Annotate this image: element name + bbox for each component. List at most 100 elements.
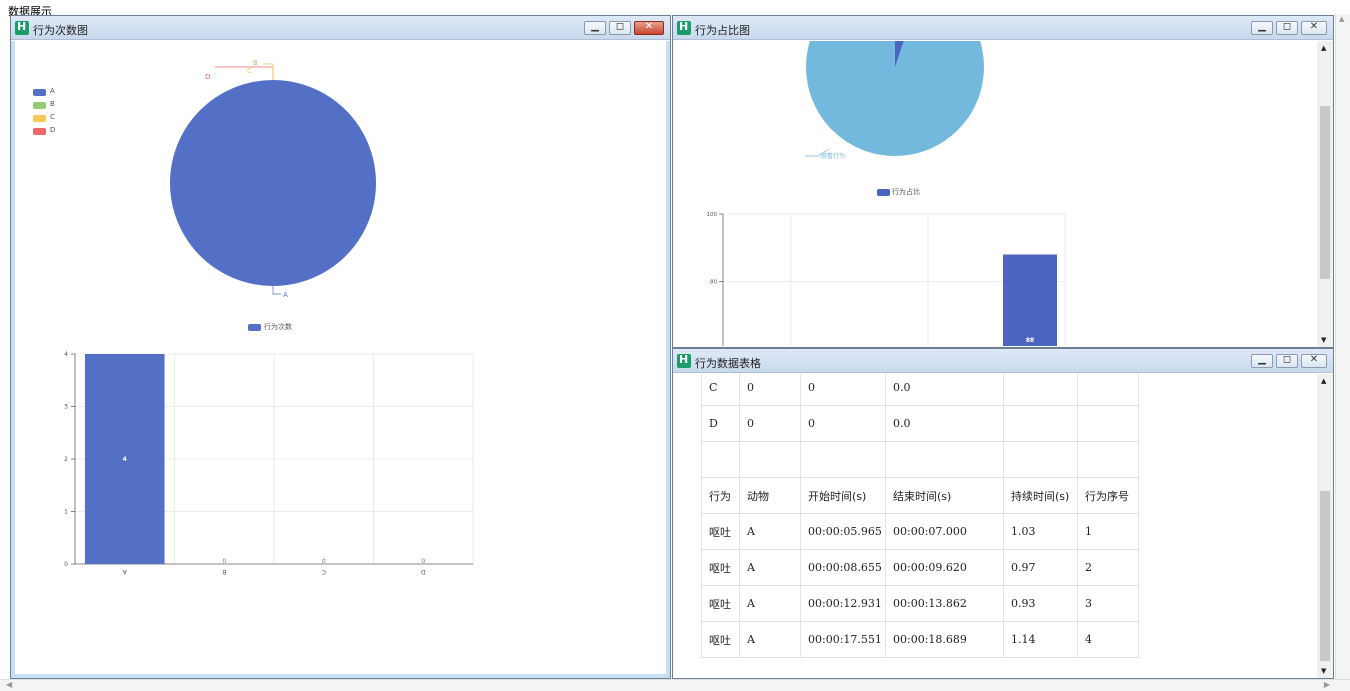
- pie-slice-a[interactable]: [170, 80, 376, 286]
- scroll-right-icon[interactable]: ▶: [1324, 680, 1330, 689]
- table-cell: 00:00:07.000: [885, 513, 1004, 550]
- table-cell: 0.0: [885, 405, 1004, 442]
- scroll-up-icon[interactable]: ▲: [1339, 15, 1344, 23]
- bar-legend-swatch[interactable]: [248, 324, 261, 331]
- ratio-chart-window: 行为占比图 ▁◻✕ 观看行为 行为占比 40608010088 ▲ ▼: [672, 15, 1334, 348]
- scroll-down-icon[interactable]: ▼: [1321, 336, 1326, 344]
- ratio-chart-content: 观看行为 行为占比 40608010088: [673, 41, 1317, 347]
- summary-row[interactable]: D 0 0 0.0: [701, 405, 1139, 442]
- close-icon: ✕: [1309, 21, 1319, 32]
- table-row[interactable]: 呕吐 A 00:00:17.551 00:00:18.689 1.14 4: [701, 621, 1139, 658]
- minimize-button[interactable]: ▁: [1251, 21, 1273, 35]
- maximize-button[interactable]: ◻: [1276, 21, 1298, 35]
- behavior-table: C 0 0 0.0 D 0 0 0.0 行为 动物 开始时间(s) 结束时间(s) 持续时间(s) 行为序…: [701, 374, 1139, 658]
- scrollbar-thumb[interactable]: [1320, 491, 1330, 661]
- table-row[interactable]: 呕吐 A 00:00:12.931 00:00:13.862 0.93 3: [701, 585, 1139, 622]
- pie-label-a: A: [283, 291, 288, 299]
- pie-label-observe: 观看行为: [821, 152, 845, 160]
- table-cell: 1.03: [1003, 513, 1078, 550]
- count-chart-content: A B C D D B C A 行为次数 0 1 2 3 4 4 A 0 B 0 C 0 D: [11, 41, 670, 678]
- pie-label-d: D: [205, 73, 210, 81]
- table-cell: 00:00:05.965: [800, 513, 886, 550]
- minimize-button[interactable]: ▁: [584, 21, 606, 35]
- table-cell: [1077, 374, 1139, 406]
- scroll-up-icon[interactable]: ▲: [1321, 44, 1326, 52]
- minimize-button[interactable]: ▁: [1251, 354, 1273, 368]
- bar-observe[interactable]: [1003, 254, 1057, 347]
- table-cell: 0.97: [1003, 549, 1078, 586]
- bar-data-label: 0: [322, 558, 326, 565]
- x-tick-label: D: [421, 568, 426, 575]
- x-tick-label: B: [222, 568, 226, 575]
- minimize-icon: ▁: [1258, 354, 1266, 365]
- table-cell: 动物: [739, 477, 801, 514]
- table-vertical-scrollbar[interactable]: ▲ ▼: [1317, 374, 1333, 678]
- ratio-legend-swatch[interactable]: [877, 189, 890, 196]
- ratio-bar-chart: 40608010088: [707, 212, 1066, 347]
- table-cell: 呕吐: [701, 513, 740, 550]
- bar-data-label: 0: [421, 558, 425, 565]
- app-logo-icon: [677, 353, 691, 368]
- table-cell: 0: [739, 374, 801, 406]
- count-chart-titlebar[interactable]: 行为次数图 ▁ ◻ ✕: [11, 16, 670, 40]
- scrollbar-thumb[interactable]: [1320, 106, 1330, 279]
- y-tick-label: 2: [64, 456, 68, 463]
- table-cell: A: [739, 621, 801, 658]
- table-cell: 4: [1077, 621, 1139, 658]
- table-cell: 持续时间(s): [1003, 477, 1078, 514]
- table-cell: 0.0: [885, 374, 1004, 406]
- table-row[interactable]: 呕吐 A 00:00:05.965 00:00:07.000 1.03 1: [701, 513, 1139, 550]
- table-row[interactable]: 呕吐 A 00:00:08.655 00:00:09.620 0.97 2: [701, 549, 1139, 586]
- table-header-row[interactable]: 行为 动物 开始时间(s) 结束时间(s) 持续时间(s) 行为序号: [701, 477, 1139, 514]
- table-cell: 00:00:13.862: [885, 585, 1004, 622]
- table-cell: 00:00:09.620: [885, 549, 1004, 586]
- table-cell: 开始时间(s): [800, 477, 886, 514]
- window-title: 行为数据表格: [695, 357, 761, 370]
- table-cell: 00:00:12.931: [800, 585, 886, 622]
- table-cell: 00:00:17.551: [800, 621, 886, 658]
- scroll-up-icon[interactable]: ▲: [1321, 377, 1326, 385]
- minimize-icon: ▁: [591, 21, 599, 32]
- scroll-down-icon[interactable]: ▼: [1321, 667, 1326, 675]
- close-button[interactable]: ✕: [1301, 21, 1327, 35]
- table-cell: 3: [1077, 585, 1139, 622]
- app-logo-icon: [15, 20, 29, 35]
- summary-row[interactable]: [701, 441, 1139, 478]
- ratio-legend-label: 行为占比: [892, 188, 920, 196]
- count-chart-window: 行为次数图 ▁ ◻ ✕ A B C D D B C A 行为次数 0 1 2 3 4 4 A 0 B…: [10, 15, 671, 679]
- summary-row[interactable]: C 0 0 0.0: [701, 374, 1139, 406]
- maximize-button[interactable]: ◻: [609, 21, 631, 35]
- x-tick-label: A: [122, 568, 127, 575]
- pie-label-b: B: [253, 59, 258, 67]
- ratio-chart-titlebar[interactable]: 行为占比图 ▁ ◻ ✕: [673, 16, 1333, 40]
- close-button[interactable]: ✕: [1301, 354, 1327, 368]
- maximize-button[interactable]: ◻: [1276, 354, 1298, 368]
- ratio-pie-chart: 观看行为: [805, 41, 984, 160]
- ratio-vertical-scrollbar[interactable]: ▲ ▼: [1317, 41, 1333, 347]
- page-vertical-scrollbar[interactable]: ▲: [1335, 14, 1350, 679]
- table-cell: 行为: [701, 477, 740, 514]
- table-cell: A: [739, 585, 801, 622]
- table-cell: 呕吐: [701, 621, 740, 658]
- restore-icon: ◻: [1282, 354, 1292, 365]
- bar-data-label: 0: [222, 558, 226, 565]
- table-cell: 呕吐: [701, 549, 740, 586]
- scroll-left-icon[interactable]: ◀: [6, 680, 12, 689]
- table-cell: 00:00:18.689: [885, 621, 1004, 658]
- table-cell: 0: [800, 405, 886, 442]
- table-cell: 00:00:08.655: [800, 549, 886, 586]
- pie-label-c: C: [247, 67, 252, 75]
- table-cell: A: [739, 513, 801, 550]
- page-horizontal-scrollbar[interactable]: ◀ ▶: [0, 679, 1350, 691]
- table-cell: 行为序号: [1077, 477, 1139, 514]
- table-cell: [1003, 405, 1078, 442]
- y-tick-label: 4: [64, 351, 68, 358]
- table-cell: D: [701, 405, 740, 442]
- data-table-titlebar[interactable]: 行为数据表格 ▁ ◻ ✕: [673, 349, 1333, 373]
- count-bar-chart: 0 1 2 3 4 4 A 0 B 0 C 0 D: [64, 351, 474, 575]
- table-cell: 结束时间(s): [885, 477, 1004, 514]
- bar-data-label: 88: [1026, 337, 1034, 344]
- data-table-content: C 0 0 0.0 D 0 0 0.0 行为 动物 开始时间(s) 结束时间(s) 持续时间(s) 行为序…: [673, 374, 1317, 678]
- table-cell: [739, 441, 801, 478]
- close-button[interactable]: ✕: [634, 21, 664, 35]
